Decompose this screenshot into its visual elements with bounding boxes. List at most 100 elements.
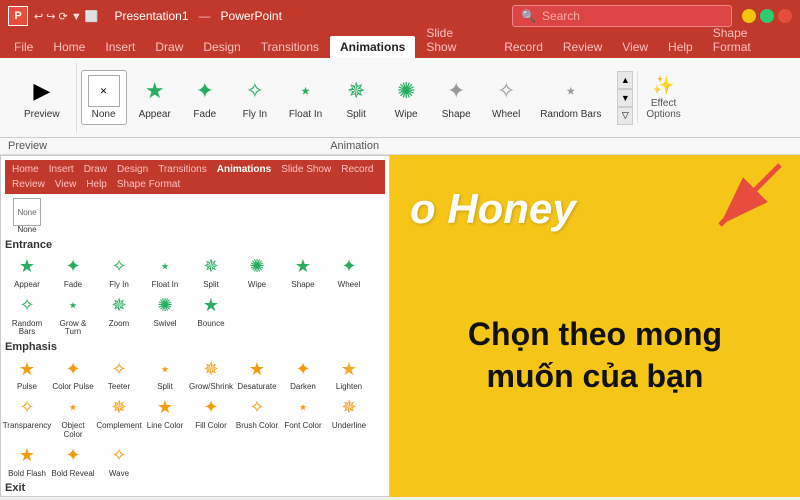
entrance-swivel[interactable]: ✺Swivel — [143, 292, 187, 338]
anim-split-button[interactable]: ✵ Split — [332, 71, 380, 124]
tab-animations[interactable]: Animations — [329, 35, 416, 58]
emphasis-colorpulse[interactable]: ✦Color Pulse — [51, 355, 95, 392]
tab-draw[interactable]: Draw — [145, 36, 193, 58]
tab-shape-format[interactable]: Shape Format — [703, 22, 796, 58]
search-input[interactable] — [542, 9, 723, 23]
appear-star: ★ — [13, 253, 41, 281]
exit-disappear[interactable]: ★Disappear — [5, 496, 49, 497]
ribbon-content: ▶ Preview ✕ None ★ Appear ✦ Fade ✧ Fly I… — [0, 58, 800, 138]
emphasis-grid: ★Pulse ✦Color Pulse ✧Teeter ⋆Split ✵Grow… — [5, 355, 385, 478]
exit-fade[interactable]: ✦Fade — [51, 496, 95, 497]
emphasis-underline[interactable]: ✵Underline — [327, 394, 371, 440]
objectcolor-star: ⋆ — [59, 394, 87, 422]
emphasis-darken[interactable]: ✦Darken — [281, 355, 325, 392]
exit-shape[interactable]: ★Shape — [281, 496, 325, 497]
emphasis-boldflash[interactable]: ★Bold Flash — [5, 442, 49, 479]
entrance-shape[interactable]: ★Shape — [281, 253, 325, 290]
inner-tab-transitions[interactable]: Transitions — [153, 162, 212, 177]
emphasis-objectcolor[interactable]: ⋆Object Color — [51, 394, 95, 440]
dropdown-none-item[interactable]: None None — [5, 198, 49, 235]
anim-floatin-button[interactable]: ⋆ Float In — [281, 71, 330, 124]
entrance-floatin[interactable]: ⋆Float In — [143, 253, 187, 290]
emphasis-fontcolor[interactable]: ⋆Font Color — [281, 394, 325, 440]
inner-tab-view[interactable]: View — [50, 177, 82, 192]
inner-tab-animations[interactable]: Animations — [212, 162, 276, 177]
exit-floatout[interactable]: ⋆Float Out — [143, 496, 187, 497]
entrance-wipe[interactable]: ✺Wipe — [235, 253, 279, 290]
anim-appear-button[interactable]: ★ Appear — [131, 71, 179, 124]
inner-tab-slideshow[interactable]: Slide Show — [276, 162, 336, 177]
emphasis-growshrink[interactable]: ✵Grow/Shrink — [189, 355, 233, 392]
entrance-growandturn[interactable]: ⋆Grow & Turn — [51, 292, 95, 338]
inner-tab-review[interactable]: Review — [7, 177, 50, 192]
anim-none-button[interactable]: ✕ None — [81, 70, 127, 125]
inner-tab-insert[interactable]: Insert — [44, 162, 79, 177]
effect-options-button[interactable]: ✨ EffectOptions — [637, 71, 684, 124]
exit-split[interactable]: ✵Split — [189, 496, 233, 497]
preview-button[interactable]: ▶ Preview — [16, 71, 68, 124]
entrance-split[interactable]: ✵Split — [189, 253, 233, 290]
inner-tab-home[interactable]: Home — [7, 162, 44, 177]
inner-tab-shapeformat[interactable]: Shape Format — [112, 177, 185, 192]
animation-row: ★ Appear ✦ Fade ✧ Fly In ⋆ Float In ✵ Sp… — [131, 71, 610, 124]
emphasis-teeter[interactable]: ✧Teeter — [97, 355, 141, 392]
scroll-more-btn[interactable]: ▽ — [617, 107, 633, 125]
emphasis-linecolor[interactable]: ★Line Color — [143, 394, 187, 440]
entrance-fade[interactable]: ✦Fade — [51, 253, 95, 290]
scroll-up-btn[interactable]: ▲ — [617, 71, 633, 89]
pulse-star: ★ — [13, 355, 41, 383]
emphasis-split[interactable]: ⋆Split — [143, 355, 187, 392]
entrance-zoom[interactable]: ✵Zoom — [97, 292, 141, 338]
maximize-btn[interactable] — [760, 9, 774, 23]
close-btn[interactable] — [778, 9, 792, 23]
emphasis-brushcolor[interactable]: ✧Brush Color — [235, 394, 279, 440]
exit-flyout[interactable]: ✧Fly Out — [97, 496, 141, 497]
entrance-wheel[interactable]: ✦Wheel — [327, 253, 371, 290]
entrance-flyin[interactable]: ✧Fly In — [97, 253, 141, 290]
tab-design[interactable]: Design — [193, 36, 250, 58]
minimize-btn[interactable] — [742, 9, 756, 23]
anim-flyin-button[interactable]: ✧ Fly In — [231, 71, 279, 124]
exitsplit-star: ✵ — [197, 496, 225, 497]
exit-wheel[interactable]: ✦Wheel — [327, 496, 371, 497]
anim-wipe-button[interactable]: ✺ Wipe — [382, 71, 430, 124]
tab-help[interactable]: Help — [658, 36, 703, 58]
scroll-down-btn[interactable]: ▼ — [617, 89, 633, 107]
emphasis-boldreveal[interactable]: ✦Bold Reveal — [51, 442, 95, 479]
emphasis-desaturate[interactable]: ★Desaturate — [235, 355, 279, 392]
fontcolor-star: ⋆ — [289, 394, 317, 422]
tab-view[interactable]: View — [612, 36, 658, 58]
anim-shape-button[interactable]: ✦ Shape — [432, 71, 480, 124]
wheel-icon: ✧ — [490, 75, 522, 107]
emphasis-pulse[interactable]: ★Pulse — [5, 355, 49, 392]
emphasis-wave[interactable]: ✧Wave — [97, 442, 141, 479]
tab-transitions[interactable]: Transitions — [251, 36, 329, 58]
tab-review[interactable]: Review — [553, 36, 612, 58]
anim-fade-button[interactable]: ✦ Fade — [181, 71, 229, 124]
tab-home[interactable]: Home — [43, 36, 95, 58]
inner-tab-record[interactable]: Record — [336, 162, 378, 177]
inner-tab-help[interactable]: Help — [81, 177, 112, 192]
title-text: Presentation1 — [114, 9, 188, 23]
emphasis-transparency[interactable]: ✧Transparency — [5, 394, 49, 440]
entrance-bounce[interactable]: ★Bounce — [189, 292, 233, 338]
zoom-star: ✵ — [105, 292, 133, 320]
tab-record[interactable]: Record — [494, 36, 553, 58]
slide-area: o Honey Chọn theo mongmuốn của bạn — [390, 155, 800, 497]
emphasis-lighten[interactable]: ★Lighten — [327, 355, 371, 392]
exit-wipe[interactable]: ✺Wipe — [235, 496, 279, 497]
floatout-star: ⋆ — [151, 496, 179, 497]
brushcolor-star: ✧ — [243, 394, 271, 422]
emphasis-complement[interactable]: ✵Complement — [97, 394, 141, 440]
inner-tab-design[interactable]: Design — [112, 162, 153, 177]
tab-slideshow[interactable]: Slide Show — [416, 22, 494, 58]
tab-file[interactable]: File — [4, 36, 43, 58]
search-bar[interactable]: 🔍 — [512, 5, 732, 27]
tab-insert[interactable]: Insert — [95, 36, 145, 58]
emphasis-fillcolor[interactable]: ✦Fill Color — [189, 394, 233, 440]
entrance-appear[interactable]: ★Appear — [5, 253, 49, 290]
entrance-randombars[interactable]: ✧Random Bars — [5, 292, 49, 338]
inner-tab-draw[interactable]: Draw — [79, 162, 112, 177]
anim-randombars-button[interactable]: ⋆ Random Bars — [532, 71, 609, 124]
anim-wheel-button[interactable]: ✧ Wheel — [482, 71, 530, 124]
